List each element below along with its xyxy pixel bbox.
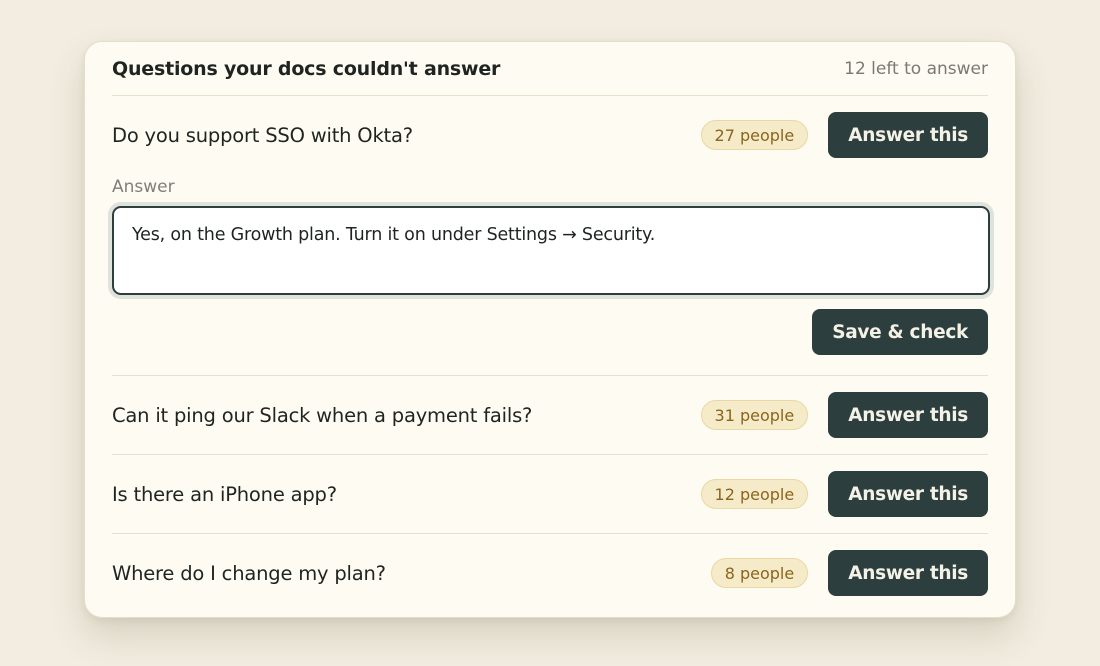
people-count-badge: 12 people — [700, 479, 809, 509]
question-text: Where do I change my plan? — [112, 561, 386, 585]
question-text: Is there an iPhone app? — [112, 482, 337, 506]
question-text: Do you support SSO with Okta? — [112, 123, 413, 147]
panel-header: Questions your docs couldn't answer 12 l… — [112, 42, 988, 96]
question-row: Can it ping our Slack when a payment fai… — [112, 376, 988, 455]
people-count-badge: 31 people — [700, 400, 809, 430]
answer-this-button[interactable]: Answer this — [828, 112, 988, 158]
people-count-badge: 27 people — [700, 120, 809, 150]
panel-title: Questions your docs couldn't answer — [112, 57, 501, 80]
question-row: Do you support SSO with Okta? 27 people … — [112, 96, 988, 174]
answer-input[interactable]: Yes, on the Growth plan. Turn it on unde… — [112, 206, 990, 295]
answer-this-button[interactable]: Answer this — [828, 550, 988, 596]
answer-this-button[interactable]: Answer this — [828, 471, 988, 517]
remaining-count: 12 left to answer — [844, 58, 988, 79]
answer-this-button[interactable]: Answer this — [828, 392, 988, 438]
people-count-badge: 8 people — [710, 558, 809, 588]
answer-actions: Save & check — [112, 309, 988, 355]
answer-editor: Answer Yes, on the Growth plan. Turn it … — [112, 174, 990, 376]
question-row: Where do I change my plan? 8 people Answ… — [112, 534, 988, 612]
question-row: Is there an iPhone app? 12 people Answer… — [112, 455, 988, 534]
save-and-check-button[interactable]: Save & check — [812, 309, 988, 355]
unanswered-questions-panel: Questions your docs couldn't answer 12 l… — [84, 41, 1016, 618]
question-text: Can it ping our Slack when a payment fai… — [112, 403, 533, 427]
answer-label: Answer — [112, 177, 175, 197]
